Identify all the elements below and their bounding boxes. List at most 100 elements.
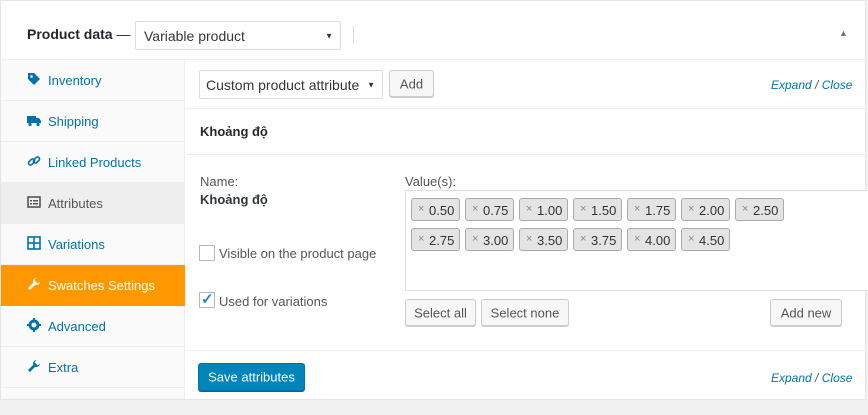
visible-on-product-page-checkbox[interactable]	[199, 245, 215, 261]
product-data-tabs: Inventory Shipping Linked Products Attri…	[1, 60, 185, 399]
select-none-label: Select none	[490, 305, 560, 320]
visible-checkbox-label: Visible on the product page	[219, 246, 377, 261]
link-separator: /	[815, 371, 819, 385]
remove-icon[interactable]: ×	[418, 203, 424, 215]
remove-icon[interactable]: ×	[526, 203, 532, 215]
values-label: Value(s):	[405, 174, 457, 189]
wrench-icon	[28, 278, 40, 290]
header-separator	[353, 26, 354, 44]
tab-label: Linked Products	[48, 155, 142, 170]
tab-label: Attributes	[48, 196, 103, 211]
truck-icon	[27, 116, 41, 127]
chip-label: 4.00	[645, 233, 671, 248]
values-multiselect[interactable]: × 0.50 × 0.75 × 1.00 × 1.50 × 1.75 × 2.00 × 2.5…	[405, 190, 868, 291]
chip-label: 3.50	[537, 233, 563, 248]
remove-icon[interactable]: ×	[526, 233, 532, 245]
value-chip[interactable]: × 2.50	[735, 198, 784, 221]
remove-icon[interactable]: ×	[634, 233, 640, 245]
select-none-button[interactable]: Select none	[481, 299, 569, 326]
tab-label: Inventory	[48, 73, 102, 88]
product-type-value: Variable product	[144, 27, 245, 44]
attribute-name-value: Khoảng độ	[200, 192, 268, 207]
tab-label: Advanced	[48, 319, 106, 334]
gear-icon	[27, 318, 41, 332]
tab-advanced[interactable]: Advanced	[1, 306, 185, 347]
tab-linked-products[interactable]: Linked Products	[1, 142, 185, 183]
attributes-panel: Custom product attribute ▼ Add Expand / …	[186, 60, 868, 399]
chip-label: 0.75	[483, 203, 509, 218]
remove-icon[interactable]: ×	[472, 233, 478, 245]
value-chip[interactable]: × 1.75	[627, 198, 676, 221]
attribute-select-value: Custom product attribute	[206, 76, 360, 93]
remove-icon[interactable]: ×	[634, 203, 640, 215]
expand-close-links-bottom: Expand / Close	[771, 371, 852, 385]
add-button-label: Add	[399, 76, 424, 91]
panel-title: Product data —	[27, 26, 130, 42]
wrench-icon	[28, 360, 40, 372]
remove-icon[interactable]: ×	[580, 233, 586, 245]
remove-icon[interactable]: ×	[472, 203, 478, 215]
value-chip[interactable]: × 0.50	[411, 198, 460, 221]
chip-label: 3.00	[483, 233, 509, 248]
value-chip[interactable]: × 0.75	[465, 198, 514, 221]
save-attributes-label: Save attributes	[208, 369, 295, 385]
chip-label: 0.50	[429, 203, 455, 218]
add-new-value-button[interactable]: Add new	[770, 299, 842, 326]
attribute-taxonomy-select[interactable]: Custom product attribute ▼	[199, 70, 383, 99]
value-chip[interactable]: × 4.00	[627, 228, 676, 251]
value-chip[interactable]: × 2.75	[411, 228, 460, 251]
remove-icon[interactable]: ×	[418, 233, 424, 245]
expand-link[interactable]: Expand	[771, 78, 812, 92]
product-type-select[interactable]: Variable product ▼	[135, 21, 341, 50]
remove-icon[interactable]: ×	[742, 203, 748, 215]
tab-label: Shipping	[48, 114, 99, 129]
chevron-down-icon: ▼	[367, 80, 375, 89]
expand-link[interactable]: Expand	[771, 371, 812, 385]
attribute-header[interactable]: Khoảng độ	[186, 109, 866, 155]
add-attribute-button[interactable]: Add	[389, 70, 434, 97]
chip-label: 2.00	[699, 203, 725, 218]
value-chip[interactable]: × 3.00	[465, 228, 514, 251]
chip-label: 2.50	[753, 203, 779, 218]
title-dash: —	[116, 26, 131, 42]
add-new-label: Add new	[780, 305, 832, 320]
remove-icon[interactable]: ×	[688, 233, 694, 245]
value-chip[interactable]: × 1.00	[519, 198, 568, 221]
attribute-heading: Khoảng độ	[200, 124, 268, 139]
tab-shipping[interactable]: Shipping	[1, 101, 185, 142]
close-link[interactable]: Close	[822, 371, 853, 385]
grid-icon	[27, 236, 41, 250]
value-chip[interactable]: × 1.50	[573, 198, 622, 221]
save-attributes-button[interactable]: Save attributes	[198, 363, 305, 391]
tab-label: Variations	[48, 237, 105, 252]
tab-extra[interactable]: Extra	[1, 347, 185, 388]
attribute-body: Name: Khoảng độ Visible on the product p…	[186, 155, 868, 351]
link-separator: /	[815, 78, 819, 92]
select-all-button[interactable]: Select all	[405, 299, 476, 326]
value-chip[interactable]: × 3.50	[519, 228, 568, 251]
chevron-down-icon: ▼	[325, 31, 333, 40]
panel-header: Product data — Variable product ▼ ▲	[1, 1, 865, 60]
tab-inventory[interactable]: Inventory	[1, 60, 185, 101]
chip-label: 1.50	[591, 203, 617, 218]
close-link[interactable]: Close	[822, 78, 853, 92]
variations-checkbox-label: Used for variations	[219, 294, 328, 309]
tab-label: Swatches Settings	[48, 278, 155, 293]
collapse-arrow-icon[interactable]: ▲	[839, 28, 848, 38]
remove-icon[interactable]: ×	[580, 203, 586, 215]
tab-swatches-settings[interactable]: Swatches Settings	[1, 265, 185, 306]
tab-label: Extra	[48, 360, 79, 375]
chip-label: 2.75	[429, 233, 455, 248]
tab-attributes[interactable]: Attributes	[1, 183, 185, 224]
tab-variations[interactable]: Variations	[1, 224, 185, 265]
attributes-toolbar: Custom product attribute ▼ Add Expand / …	[186, 60, 866, 109]
panel-title-text: Product data	[27, 26, 113, 42]
value-chip[interactable]: × 4.50	[681, 228, 730, 251]
value-chip[interactable]: × 2.00	[681, 198, 730, 221]
select-all-label: Select all	[414, 305, 467, 320]
chip-label: 1.75	[645, 203, 671, 218]
remove-icon[interactable]: ×	[688, 203, 694, 215]
used-for-variations-checkbox[interactable]	[199, 290, 215, 308]
value-chip[interactable]: × 3.75	[573, 228, 622, 251]
list-icon	[27, 196, 41, 208]
